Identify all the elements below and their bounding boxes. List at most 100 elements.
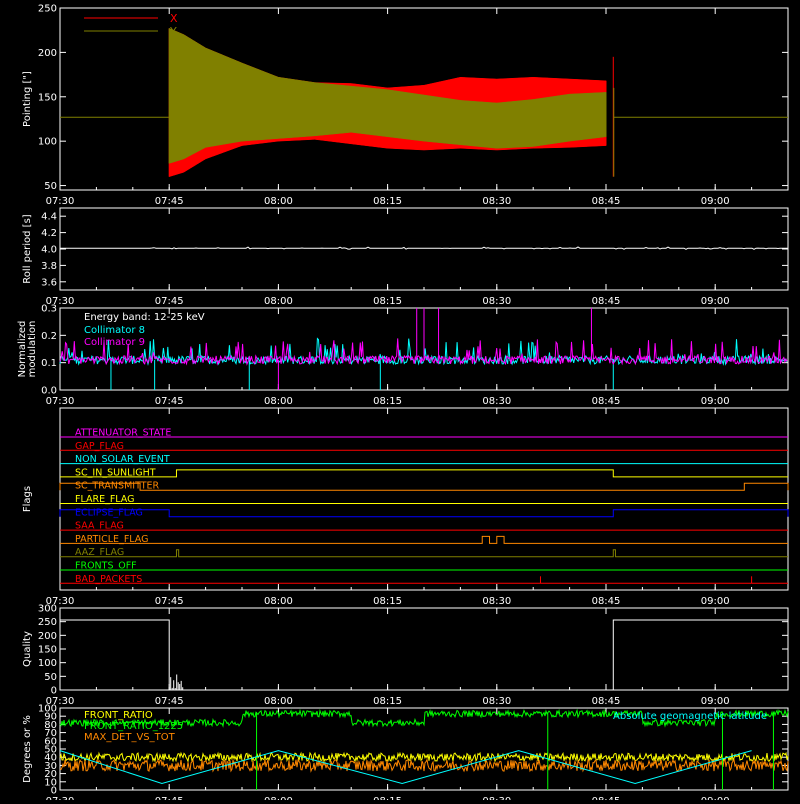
roll-xtick-label: 08:30 <box>482 296 511 307</box>
flag-label-non-solar-event: NON_SOLAR_EVENT <box>75 454 170 465</box>
flag-label-attenuator-state: ATTENUATOR_STATE <box>75 428 171 439</box>
flag-label-aaz-flag: AAZ_FLAG <box>75 547 124 558</box>
modulation-annotation: Energy band: 12-25 keV <box>84 312 205 323</box>
modulation-xtick-label: 07:45 <box>155 396 184 407</box>
modulation-ytick-label: 0.0 <box>41 386 57 397</box>
ratios-legend-latitude: Absolute geomagnetic latitude <box>613 711 767 722</box>
modulation-ytick-label: 0.2 <box>41 331 57 342</box>
quality-ytick-label: 150 <box>38 645 57 656</box>
ratios-series-front-ratio <box>59 751 789 764</box>
modulation-xtick-label: 08:15 <box>373 396 402 407</box>
flags-xtick-label: 09:00 <box>701 596 730 607</box>
flag-label-particle-flag: PARTICLE_FLAG <box>75 534 148 545</box>
pointing-ytick-label: 150 <box>38 92 57 103</box>
pointing-xtick-label: 07:30 <box>46 196 75 207</box>
ratios-xtick-label: 07:30 <box>46 796 75 800</box>
roll-xtick-label: 08:00 <box>264 296 293 307</box>
modulation-xtick-label: 07:30 <box>46 396 75 407</box>
quality-xtick-label: 09:00 <box>701 696 730 707</box>
modulation-legend-Collimator-8: Collimator 8 <box>84 325 145 336</box>
pointing-xtick-label: 09:00 <box>701 196 730 207</box>
pointing-ytick-label: 100 <box>38 137 57 148</box>
roll-series-line <box>60 246 788 250</box>
flag-label-sc-in-sunlight: SC_IN_SUNLIGHT <box>75 467 156 478</box>
flag-line-sc-in-sunlight <box>60 469 788 478</box>
flags-ylabel: Flags <box>22 486 33 512</box>
pointing-xtick-label: 08:15 <box>373 196 402 207</box>
roll-ytick-label: 4.2 <box>41 228 57 239</box>
ratios-ytick-label: 100 <box>38 704 57 715</box>
modulation-xtick-label: 08:45 <box>592 396 621 407</box>
roll-ytick-label: 3.6 <box>41 277 57 288</box>
flag-label-fronts-off: FRONTS_OFF <box>75 561 137 572</box>
pointing-ytick-label: 200 <box>38 48 57 59</box>
flag-label-gap-flag: GAP_FLAG <box>75 441 124 452</box>
flag-label-flare-flag: FLARE_FLAG <box>75 494 135 505</box>
quality-xtick-label: 08:30 <box>482 696 511 707</box>
quality-xtick-label: 07:45 <box>155 696 184 707</box>
ratios-xtick-label: 08:00 <box>264 796 293 800</box>
roll-xtick-label: 08:45 <box>592 296 621 307</box>
flag-label-sc-transmitter: SC_TRANSMITTER <box>75 481 160 492</box>
pointing-ytick-label: 50 <box>44 181 57 192</box>
flag-label-eclipse-flag: ECLIPSE_FLAG <box>75 507 143 518</box>
roll-ylabel: Roll period [s] <box>22 214 33 283</box>
pointing-xtick-label: 07:45 <box>155 196 184 207</box>
roll-frame <box>59 207 789 291</box>
chart-stage: 07:30 07:45 08:00 08:15 08:30 08:45 09:00 50 100… <box>0 0 800 804</box>
flags-xtick-label: 08:45 <box>592 596 621 607</box>
flags-xtick-label: 08:00 <box>264 596 293 607</box>
quality-ytick-label: 0 <box>51 686 57 697</box>
modulation-ylabel: modulation <box>27 321 38 378</box>
roll-xtick-label: 08:15 <box>373 296 402 307</box>
ratios-series-max-det-vs-tot <box>59 758 789 773</box>
flag-label-saa-flag: SAA_FLAG <box>75 521 124 532</box>
ratios-xtick-label: 08:15 <box>373 796 402 800</box>
flag-line-particle-flag <box>60 535 788 544</box>
figure-canvas: 07:30 07:45 08:00 08:15 08:30 08:45 09:00 50 100… <box>17 4 789 804</box>
ratios-xtick-label: 09:00 <box>701 796 730 800</box>
flag-line-eclipse-flag <box>59 509 789 518</box>
roll-ytick-label: 3.8 <box>41 261 57 272</box>
roll-xtick-label: 07:45 <box>155 296 184 307</box>
ratios-legend-front-ratio: FRONT_RATIO <box>84 710 153 721</box>
pointing-ytick-label: 250 <box>38 4 57 15</box>
flags-xtick-label: 08:15 <box>373 596 402 607</box>
quality-ytick-label: 250 <box>38 617 57 628</box>
quality-xtick-label: 08:45 <box>592 696 621 707</box>
quality-series-line <box>60 619 788 691</box>
roll-xtick-label: 09:00 <box>701 296 730 307</box>
pointing-ylabel: Pointing ["] <box>22 71 33 127</box>
flag-line-sc-transmitter <box>59 482 789 491</box>
ratios-legend-max-det-vs-tot: MAX_DET_VS_TOT <box>84 732 176 743</box>
roll-ytick-label: 4.0 <box>41 245 57 256</box>
ratios-xtick-label: 07:45 <box>155 796 184 800</box>
flag-label-bad-packets: BAD_PACKETS <box>75 574 142 585</box>
quality-xtick-label: 08:15 <box>373 696 402 707</box>
modulation-ytick-label: 0.3 <box>41 304 57 315</box>
flags-xtick-label: 07:45 <box>155 596 184 607</box>
quality-xtick-label: 08:00 <box>264 696 293 707</box>
legend-label-X: X <box>170 12 178 25</box>
ratios-ylabel: Degrees or % <box>22 715 33 783</box>
flags-xtick-label: 08:30 <box>482 596 511 607</box>
legend-label-Y: Y <box>169 25 177 38</box>
ratios-xtick-label: 08:30 <box>482 796 511 800</box>
quality-ytick-label: 200 <box>38 631 57 642</box>
roll-ytick-label: 4.4 <box>41 212 57 223</box>
flag-line-aaz-flag <box>60 549 788 558</box>
quality-ytick-label: 300 <box>38 604 57 615</box>
quality-ylabel: Quality <box>22 631 33 667</box>
quality-ytick-label: 50 <box>44 672 57 683</box>
modulation-ytick-label: 0.1 <box>41 358 57 369</box>
quality-ytick-label: 100 <box>38 658 57 669</box>
pointing-xtick-label: 08:00 <box>264 196 293 207</box>
pointing-xtick-label: 08:30 <box>482 196 511 207</box>
modulation-xtick-label: 09:00 <box>701 396 730 407</box>
modulation-xtick-label: 08:30 <box>482 396 511 407</box>
modulation-legend-Collimator-9: Collimator 9 <box>84 337 145 348</box>
ratios-legend-front-ratio-1225: FRONT_RATIO_1225 <box>84 721 183 732</box>
ratios-xtick-label: 08:45 <box>592 796 621 800</box>
pointing-xtick-label: 08:45 <box>592 196 621 207</box>
modulation-xtick-label: 08:00 <box>264 396 293 407</box>
